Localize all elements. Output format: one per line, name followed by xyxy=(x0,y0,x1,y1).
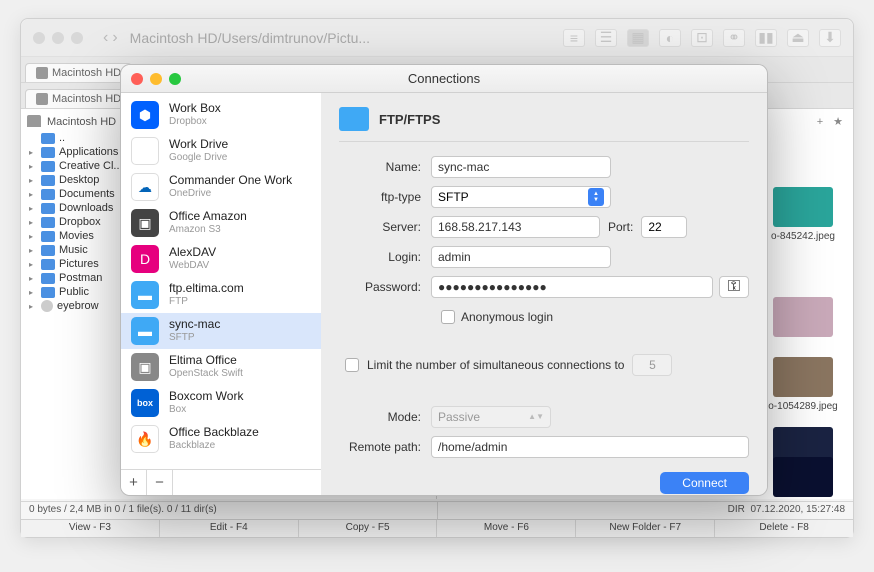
service-icon: box xyxy=(131,389,159,417)
toolbar-btn[interactable]: ▦ xyxy=(627,29,649,47)
thumbnail[interactable]: o-845242.jpeg xyxy=(763,187,843,242)
mode-label: Mode: xyxy=(339,410,431,424)
toolbar-btn[interactable]: ⊡ xyxy=(691,29,713,47)
form-header: FTP/FTPS xyxy=(339,107,749,142)
toolbar-btn[interactable]: ⬇ xyxy=(819,29,841,47)
login-label: Login: xyxy=(339,250,431,264)
bg-titlebar: ‹ › Macintosh HD/Users/dimtrunov/Pictu..… xyxy=(21,19,853,57)
limit-checkbox[interactable] xyxy=(345,358,359,372)
bg-toolbar: ≡ ☰ ▦ ◐ ⊡ ⚭ ▮▮ ⏏ ⬇ xyxy=(563,29,841,47)
connection-item[interactable]: D AlexDAVWebDAV xyxy=(121,241,321,277)
connection-item[interactable]: box Boxcom WorkBox xyxy=(121,385,321,421)
bg-path: Macintosh HD/Users/dimtrunov/Pictu... xyxy=(130,30,370,46)
connection-item[interactable]: ▬ sync-macSFTP xyxy=(121,313,321,349)
forward-icon[interactable]: › xyxy=(112,29,117,47)
protocol-label: FTP/FTPS xyxy=(379,112,440,127)
anon-checkbox[interactable] xyxy=(441,310,455,324)
toolbar-btn[interactable]: ☰ xyxy=(595,29,617,47)
zoom-icon[interactable] xyxy=(169,73,181,85)
service-icon: ▬ xyxy=(131,281,159,309)
close-icon[interactable] xyxy=(33,32,45,44)
zoom-icon[interactable] xyxy=(71,32,83,44)
fkey-button[interactable]: Move - F6 xyxy=(437,520,576,537)
minimize-icon[interactable] xyxy=(150,73,162,85)
key-button[interactable]: ⚿ xyxy=(719,276,749,298)
name-label: Name: xyxy=(339,160,431,174)
name-input[interactable] xyxy=(431,156,611,178)
toolbar-btn[interactable]: ⚭ xyxy=(723,29,745,47)
fkey-bar: View - F3Edit - F4Copy - F5Move - F6New … xyxy=(21,519,853,537)
service-icon: ▣ xyxy=(131,209,159,237)
status-left: 0 bytes / 2,4 MB in 0 / 1 file(s). 0 / 1… xyxy=(21,502,438,519)
password-label: Password: xyxy=(339,280,431,294)
fkey-button[interactable]: Edit - F4 xyxy=(160,520,299,537)
port-input[interactable] xyxy=(641,216,687,238)
login-input[interactable] xyxy=(431,246,611,268)
fkey-button[interactable]: Delete - F8 xyxy=(715,520,853,537)
connection-item[interactable]: ▬ ftp.eltima.comFTP xyxy=(121,277,321,313)
server-input[interactable] xyxy=(431,216,600,238)
service-icon: ▬ xyxy=(131,317,159,345)
minimize-icon[interactable] xyxy=(52,32,64,44)
connection-item[interactable]: ▣ Office AmazonAmazon S3 xyxy=(121,205,321,241)
bg-traffic-lights xyxy=(33,32,83,44)
limit-label: Limit the number of simultaneous connect… xyxy=(367,358,624,372)
connections-list: ⬢ Work BoxDropbox▲ Work DriveGoogle Driv… xyxy=(121,93,321,469)
fkey-button[interactable]: View - F3 xyxy=(21,520,160,537)
service-icon: ☁ xyxy=(131,173,159,201)
remove-connection-button[interactable]: − xyxy=(147,470,173,496)
status-right: DIR 07.12.2020, 15:27:48 xyxy=(438,502,854,519)
close-icon[interactable] xyxy=(131,73,143,85)
add-tab-icon[interactable]: + xyxy=(811,116,829,128)
bg-nav: ‹ › xyxy=(103,29,118,47)
bg-tab[interactable]: Macintosh HD xyxy=(25,89,132,108)
connection-item[interactable]: ⬢ Work BoxDropbox xyxy=(121,97,321,133)
service-icon: 🔥 xyxy=(131,425,159,453)
protocol-icon xyxy=(339,107,369,131)
modal-titlebar: Connections xyxy=(121,65,767,93)
connections-modal: Connections ⬢ Work BoxDropbox▲ Work Driv… xyxy=(120,64,768,496)
service-icon: ⬢ xyxy=(131,101,159,129)
ftptype-label: ftp-type xyxy=(339,190,431,204)
connection-item[interactable]: 🔥 Office BackblazeBackblaze xyxy=(121,421,321,457)
connection-item[interactable]: ▣ Eltima OfficeOpenStack Swift xyxy=(121,349,321,385)
chevron-updown-icon: ▲▼ xyxy=(528,414,544,420)
connection-item[interactable]: ▲ Work DriveGoogle Drive xyxy=(121,133,321,169)
remote-input[interactable] xyxy=(431,436,749,458)
limit-input[interactable] xyxy=(632,354,672,376)
connections-sidebar: ⬢ Work BoxDropbox▲ Work DriveGoogle Driv… xyxy=(121,93,321,495)
toolbar-btn[interactable]: ▮▮ xyxy=(755,29,777,47)
port-label: Port: xyxy=(600,220,641,234)
password-input[interactable] xyxy=(431,276,713,298)
service-icon: ▣ xyxy=(131,353,159,381)
back-icon[interactable]: ‹ xyxy=(103,29,108,47)
mode-select: Passive ▲▼ xyxy=(431,406,551,428)
ftptype-select[interactable]: SFTP ▲▼ xyxy=(431,186,611,208)
chevron-updown-icon: ▲▼ xyxy=(588,188,604,206)
anon-label: Anonymous login xyxy=(461,310,553,324)
server-label: Server: xyxy=(339,220,431,234)
fkey-button[interactable]: New Folder - F7 xyxy=(576,520,715,537)
toolbar-btn[interactable]: ⏏ xyxy=(787,29,809,47)
thumbnail[interactable] xyxy=(763,297,843,341)
modal-title: Connections xyxy=(408,71,480,86)
service-icon: ▲ xyxy=(131,137,159,165)
bg-tab[interactable]: Macintosh HD xyxy=(25,63,132,82)
sidebar-footer: + − xyxy=(121,469,321,495)
key-icon: ⚿ xyxy=(728,278,740,296)
connection-form: FTP/FTPS Name: ftp-type SFTP ▲▼ Server: … xyxy=(321,93,767,495)
toolbar-btn[interactable]: ≡ xyxy=(563,29,585,47)
bg-status: 0 bytes / 2,4 MB in 0 / 1 file(s). 0 / 1… xyxy=(21,501,853,519)
fkey-button[interactable]: Copy - F5 xyxy=(299,520,438,537)
remote-label: Remote path: xyxy=(339,440,431,454)
add-connection-button[interactable]: + xyxy=(121,470,147,496)
thumbnail[interactable]: o-1054289.jpeg xyxy=(763,357,843,412)
connect-button[interactable]: Connect xyxy=(660,472,749,494)
toolbar-btn[interactable]: ◐ xyxy=(659,29,681,47)
connection-item[interactable]: ☁ Commander One WorkOneDrive xyxy=(121,169,321,205)
service-icon: D xyxy=(131,245,159,273)
